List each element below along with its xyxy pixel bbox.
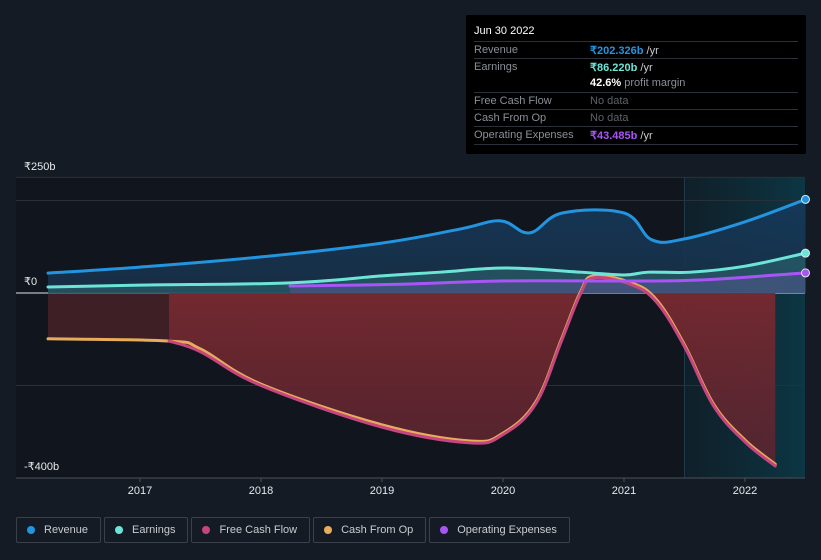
x-tick-label-2017: 2017 xyxy=(127,485,153,497)
tooltip-divider xyxy=(474,144,798,145)
tooltip-label: Free Cash Flow xyxy=(474,95,552,107)
tooltip-label: Revenue xyxy=(474,44,519,56)
legend-item-earnings[interactable]: Earnings xyxy=(104,517,189,543)
cfo-value: No data xyxy=(590,112,629,124)
legend-label: Free Cash Flow xyxy=(219,524,298,536)
earnings-end-marker xyxy=(801,248,810,258)
x-tick-label-2021: 2021 xyxy=(611,485,637,497)
tooltip-value: ₹202.326b /yr xyxy=(590,44,659,57)
revenue-end-marker xyxy=(801,194,810,204)
tooltip-row-margin: 42.6% profit margin xyxy=(474,75,798,92)
y-tick-label-zero: ₹0 xyxy=(24,276,38,288)
operating-expenses-end-marker xyxy=(801,268,810,278)
legend-item-revenue[interactable]: Revenue xyxy=(16,517,102,543)
legend-dot-icon xyxy=(440,526,449,534)
unit: /yr xyxy=(637,62,653,74)
tooltip-label: Operating Expenses xyxy=(474,129,574,141)
fcf-value: No data xyxy=(590,95,629,107)
tooltip-label: Earnings xyxy=(474,61,518,73)
x-tick-label-2019: 2019 xyxy=(369,485,395,497)
x-tick-label-2022: 2022 xyxy=(732,485,758,497)
legend-dot-icon xyxy=(202,526,211,534)
y-tick-label-top: ₹250b xyxy=(24,161,56,173)
revenue-value: ₹202.326b xyxy=(590,45,644,57)
tooltip-row-fcf: Free Cash Flow No data xyxy=(474,92,798,110)
tooltip-row-opex: Operating Expenses ₹43.485b /yr xyxy=(474,126,798,144)
legend-dot-icon xyxy=(324,526,333,534)
legend-label: Revenue xyxy=(44,524,89,536)
legend-item-free-cash-flow[interactable]: Free Cash Flow xyxy=(191,517,311,543)
tooltip-label: Cash From Op xyxy=(474,112,547,124)
tooltip-row-cfo: Cash From Op No data xyxy=(474,109,798,127)
earnings-value: ₹86.220b xyxy=(590,62,638,74)
opex-value: ₹43.485b xyxy=(590,130,638,142)
x-tick-label-2018: 2018 xyxy=(248,485,274,497)
tooltip-row-earnings: Earnings ₹86.220b /yr xyxy=(474,58,798,76)
unit: profit margin xyxy=(621,77,686,89)
tooltip: Jun 30 2022 Revenue ₹202.326b /yr Earnin… xyxy=(466,15,806,154)
profit-margin-value: 42.6% xyxy=(590,77,622,89)
legend: Revenue Earnings Free Cash Flow Cash Fro… xyxy=(16,517,570,543)
tooltip-row-revenue: Revenue ₹202.326b /yr xyxy=(474,41,798,59)
legend-item-operating-expenses[interactable]: Operating Expenses xyxy=(429,517,570,543)
unit: /yr xyxy=(643,45,659,57)
tooltip-date: Jun 30 2022 xyxy=(474,25,535,37)
tooltip-value: ₹86.220b /yr xyxy=(590,61,653,74)
x-tick-label-2020: 2020 xyxy=(490,485,516,497)
legend-dot-icon xyxy=(27,526,35,534)
y-tick-label-bottom: -₹400b xyxy=(24,461,60,473)
unit: /yr xyxy=(637,130,653,142)
tooltip-value: ₹43.485b /yr xyxy=(590,129,653,142)
legend-item-cash-from-op[interactable]: Cash From Op xyxy=(313,517,427,543)
legend-label: Cash From Op xyxy=(341,524,414,536)
tooltip-value: 42.6% profit margin xyxy=(590,77,685,89)
legend-label: Earnings xyxy=(132,524,176,536)
legend-dot-icon xyxy=(115,526,124,534)
legend-label: Operating Expenses xyxy=(457,524,557,536)
